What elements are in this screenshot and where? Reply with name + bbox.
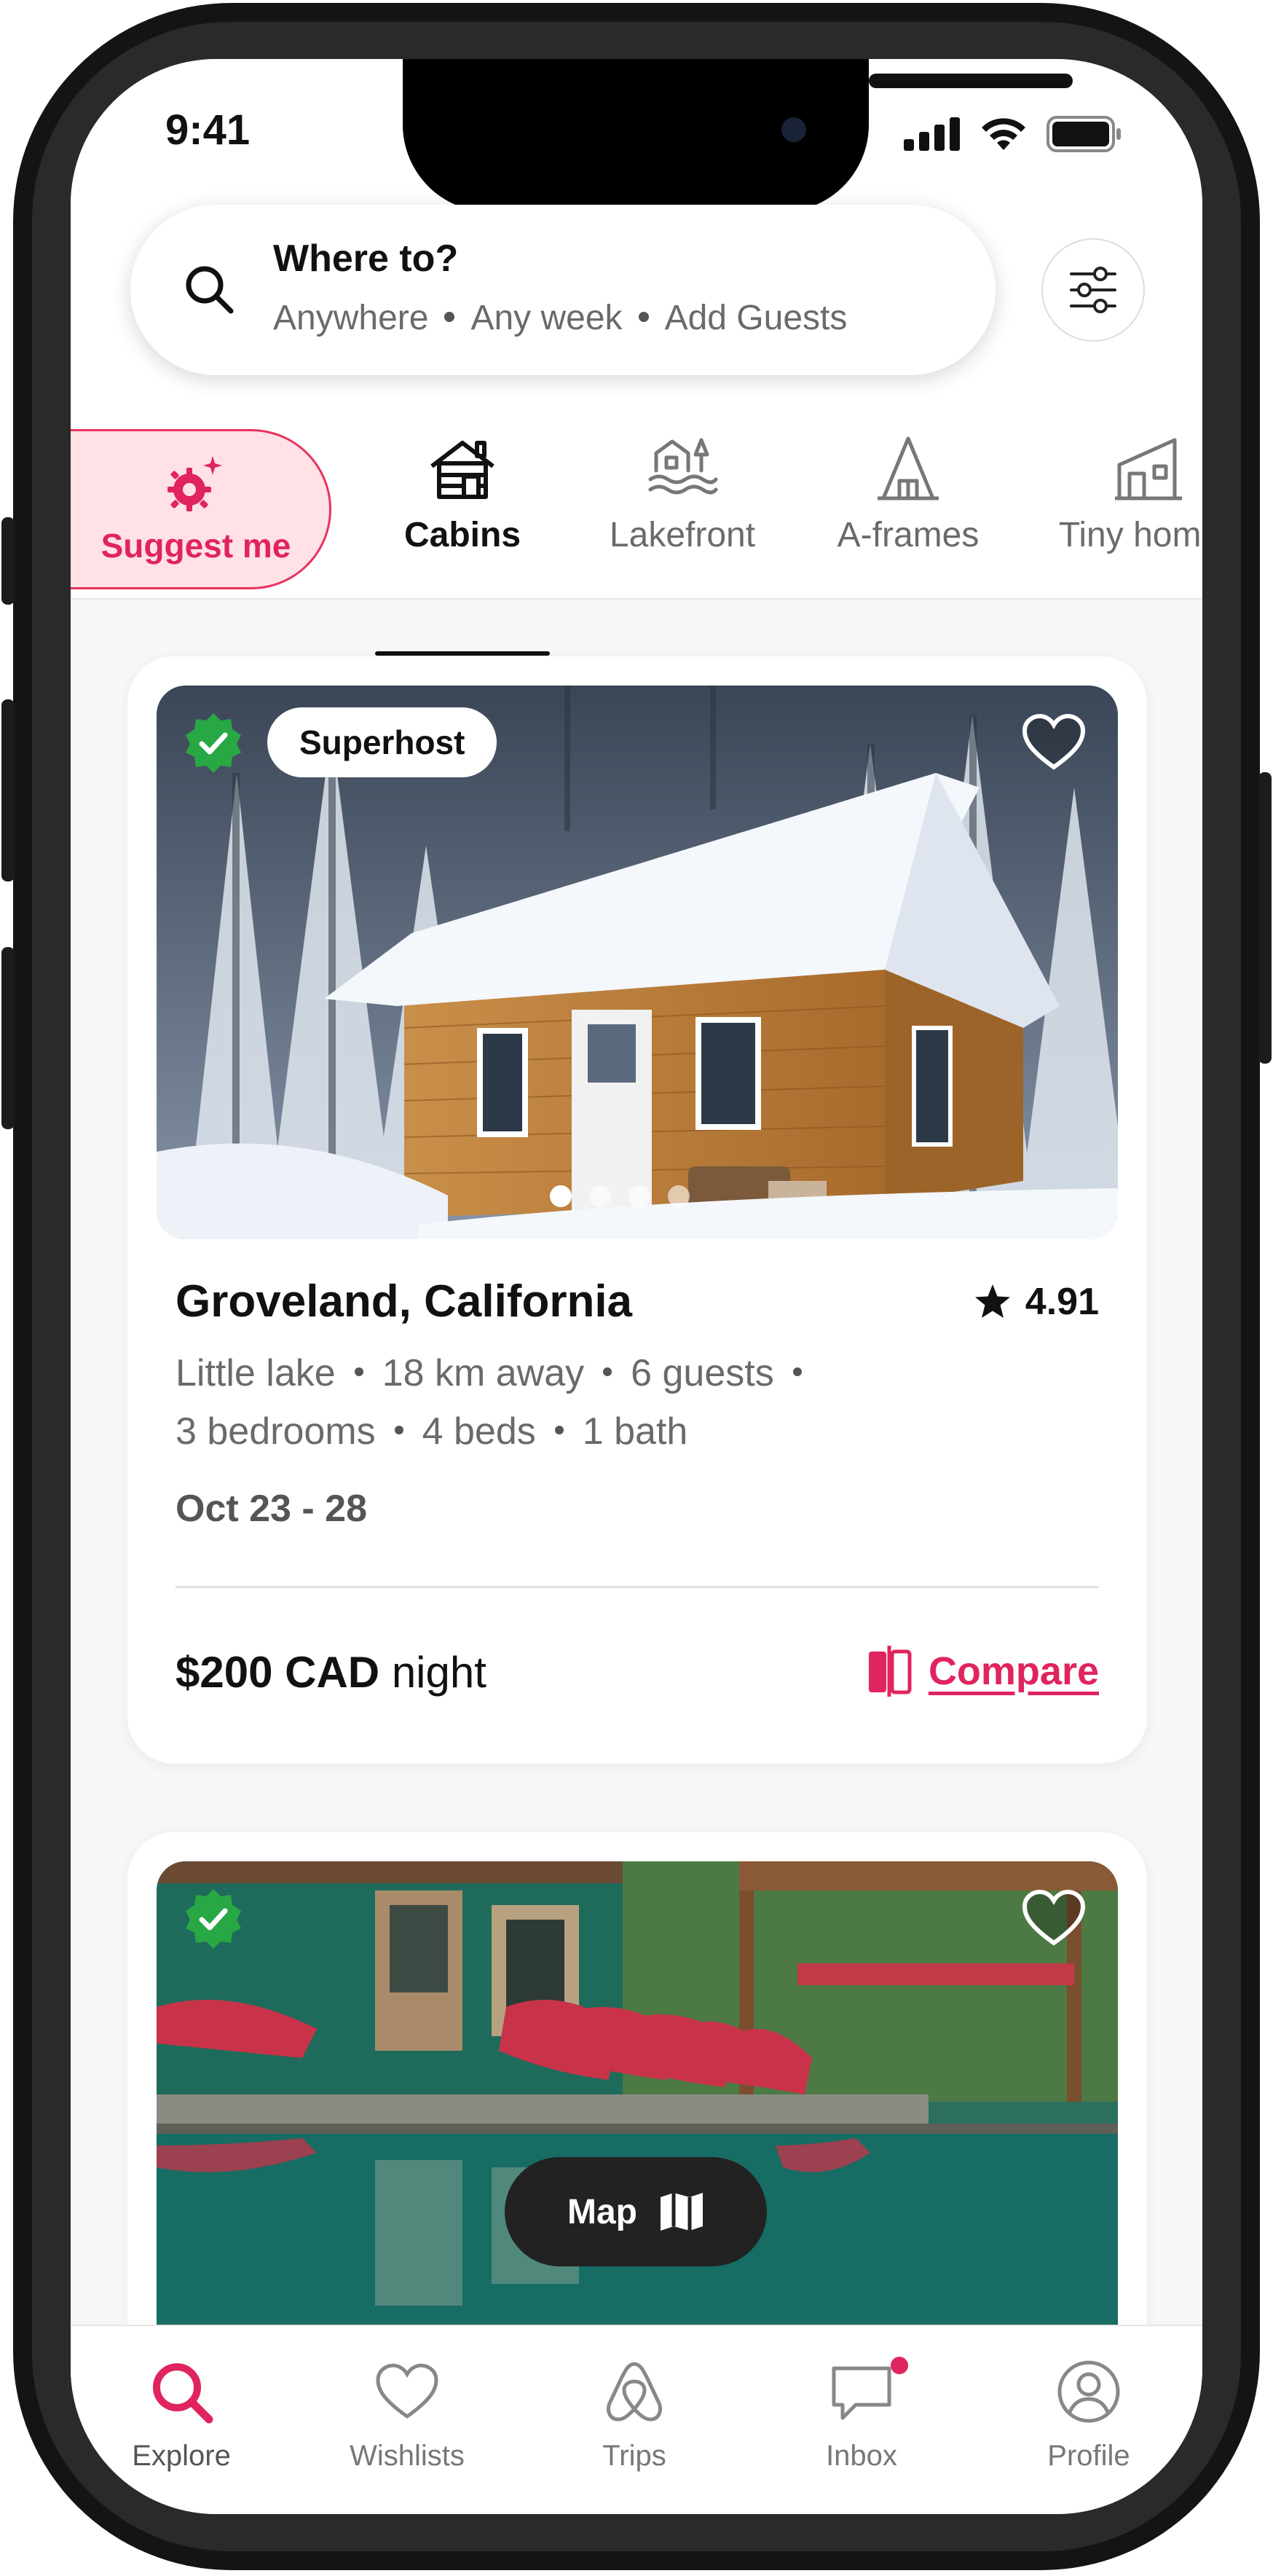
tiny-home-icon (1115, 438, 1182, 500)
separator-dot (603, 1367, 612, 1377)
category-tiny-homes[interactable]: Tiny homes (1047, 429, 1202, 589)
search-where: Anywhere (273, 299, 429, 337)
meta-location: Little lake (176, 1352, 336, 1394)
carousel-dot[interactable] (668, 1185, 690, 1207)
search-icon (186, 266, 234, 314)
compare-button[interactable]: Compare (867, 1646, 1099, 1697)
category-label: Cabins (403, 516, 521, 554)
star-icon (974, 1284, 1010, 1318)
cellular-signal-icon (904, 117, 960, 151)
meta-bedrooms: 3 bedrooms (176, 1410, 376, 1453)
message-icon (832, 2366, 891, 2420)
front-camera (781, 117, 806, 142)
category-lakefront[interactable]: Lakefront (588, 429, 777, 589)
meta-distance: 18 km away (382, 1352, 585, 1394)
category-bar: Suggest me Cabins Lakefront A-frames Tin… (71, 429, 1202, 656)
listing-title: Groveland, California (176, 1276, 633, 1327)
listing-photo[interactable]: Superhost (157, 686, 1118, 1239)
compare-label: Compare (928, 1649, 1099, 1693)
speaker-grille (869, 74, 1073, 88)
suggest-me-label: Suggest me (100, 527, 291, 565)
verified-check-icon (186, 1889, 241, 1949)
carousel-dot[interactable] (628, 1185, 650, 1207)
a-frame-icon (878, 436, 939, 500)
search-week: Any week (470, 299, 623, 337)
volume-down-button (1, 947, 15, 1129)
wifi-icon (982, 118, 1025, 150)
category-a-frames[interactable]: A-frames (817, 429, 999, 589)
card-divider (176, 1586, 1099, 1588)
suggest-me-button[interactable]: Suggest me (71, 429, 331, 589)
active-category-indicator (375, 651, 550, 656)
photo-carousel-dots[interactable] (550, 1185, 690, 1207)
separator-dot (394, 1426, 403, 1435)
separator-dot (354, 1367, 363, 1377)
separator-dot (638, 312, 649, 323)
tab-wishlists[interactable]: Wishlists (327, 2357, 487, 2473)
separator-dot (554, 1426, 564, 1435)
compare-icon (868, 1646, 912, 1697)
listing-rating: 4.91 (973, 1280, 1099, 1324)
price-unit: night (391, 1648, 486, 1697)
gear-sparkle-icon (168, 456, 222, 511)
lakefront-icon (648, 438, 718, 495)
status-icons (904, 116, 1122, 152)
carousel-dot[interactable] (550, 1185, 572, 1207)
heart-icon (376, 2363, 438, 2419)
power-button (1258, 772, 1272, 1064)
silent-switch (1, 517, 15, 605)
cabin-icon (430, 441, 494, 499)
tab-label: Inbox (826, 2440, 897, 2472)
tab-inbox[interactable]: Inbox (781, 2357, 942, 2473)
tab-label: Profile (1047, 2440, 1130, 2472)
rating-value: 4.91 (1025, 1281, 1099, 1323)
meta-baths: 1 bath (582, 1410, 688, 1453)
battery-icon (1047, 116, 1121, 152)
listing-card[interactable]: Superhost Groveland, California 4.91 Lit… (127, 656, 1147, 1764)
volume-up-button (1, 699, 15, 881)
tab-label: Trips (602, 2440, 666, 2472)
search-title: Where to? (273, 237, 459, 280)
map-button-label: Map (567, 2192, 637, 2231)
category-label: A-frames (837, 516, 980, 554)
category-label: Lakefront (609, 516, 756, 554)
verified-check-icon (186, 713, 241, 773)
meta-beds: 4 beds (422, 1410, 536, 1453)
listing-dates: Oct 23 - 28 (176, 1488, 368, 1530)
meta-guests: 6 guests (631, 1352, 774, 1394)
search-summary: Anywhere Any week Add Guests (273, 298, 847, 338)
search-guests: Add Guests (664, 299, 848, 337)
bottom-tab-bar: Explore Wishlists Trips Inbox Profile (71, 2325, 1202, 2514)
search-icon (153, 2363, 213, 2424)
profile-icon (1057, 2360, 1120, 2423)
dynamic-island (403, 59, 1073, 212)
status-time: 9:41 (165, 106, 251, 154)
category-label: Tiny homes (1058, 516, 1202, 554)
tab-label: Explore (132, 2440, 231, 2472)
category-divider (71, 598, 1202, 600)
category-cabins[interactable]: Cabins (375, 429, 550, 589)
listing-meta-line: 3 bedrooms 4 beds 1 bath (176, 1410, 687, 1453)
unread-badge (891, 2357, 908, 2374)
map-button[interactable]: Map (505, 2157, 767, 2266)
listing-price: $200 CAD night (176, 1647, 486, 1697)
tab-trips[interactable]: Trips (554, 2357, 714, 2473)
listing-meta-line: Little lake 18 km away 6 guests (176, 1351, 821, 1395)
phone-screen: 9:41 Where to? Anywhere Any week Add Guest… (71, 59, 1202, 2514)
airbnb-logo-icon (607, 2362, 662, 2422)
search-bar[interactable]: Where to? Anywhere Any week Add Guests (130, 205, 996, 375)
sliders-icon (1070, 267, 1116, 313)
carousel-dot[interactable] (589, 1185, 611, 1207)
heart-icon[interactable] (1019, 1883, 1089, 1953)
tab-explore[interactable]: Explore (101, 2357, 261, 2473)
separator-dot (444, 312, 455, 323)
filters-button[interactable] (1041, 238, 1145, 342)
price-amount: $200 CAD (176, 1648, 380, 1697)
heart-icon[interactable] (1019, 707, 1089, 777)
superhost-badge: Superhost (267, 707, 497, 777)
tab-profile[interactable]: Profile (1009, 2357, 1169, 2473)
map-icon (661, 2193, 703, 2231)
separator-dot (792, 1367, 802, 1377)
tab-label: Wishlists (350, 2440, 465, 2472)
